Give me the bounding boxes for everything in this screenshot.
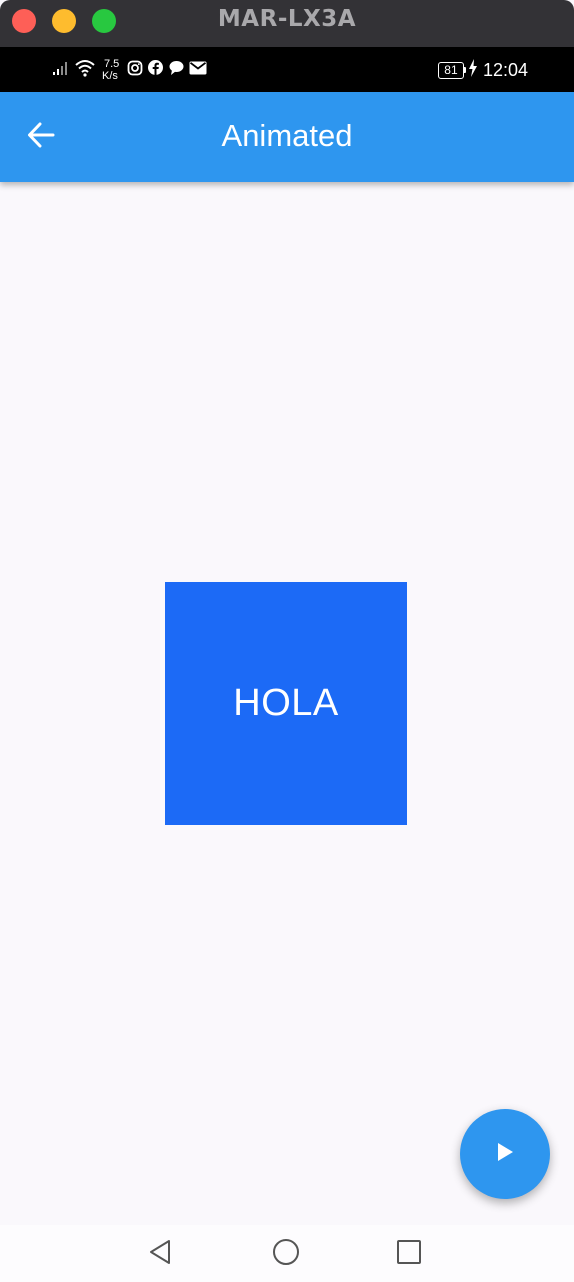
battery-icon: 81 [437,61,466,79]
nav-recents-button[interactable] [388,1233,430,1275]
home-circle-icon [271,1237,301,1272]
page-title: Animated [221,118,353,153]
nav-home-button[interactable] [265,1233,307,1275]
recents-square-icon [395,1238,423,1271]
play-icon [494,1140,516,1169]
signal-icon [52,60,70,81]
net-speed-value: 7.5 [104,58,120,70]
animated-box-text: HOLA [233,682,339,724]
chat-icon [168,60,185,81]
net-speed-unit: K/s [102,70,118,82]
net-speed: 7.5 K/s [102,58,119,82]
mail-icon [189,61,207,80]
facebook-icon [147,59,164,81]
wifi-icon [74,59,96,82]
status-left: 7.5 K/s [52,57,211,83]
status-clock: 12:04 [482,59,528,80]
nav-bar [0,1225,574,1282]
play-fab-button[interactable] [460,1109,550,1199]
window-title: MAR-LX3A [217,6,357,32]
app-bar: Animated [0,92,574,182]
charging-icon [468,58,478,82]
nav-back-button[interactable] [140,1233,182,1275]
animated-box: HOLA [165,582,407,825]
main-content: HOLA [0,182,574,1225]
back-triangle-icon [147,1238,175,1271]
battery-level: 81 [437,61,464,79]
instagram-icon [127,60,143,81]
status-right: 81 12:04 [437,57,528,83]
status-bar: 7.5 K/s 81 12:04 [0,47,574,92]
window-titlebar: MAR-LX3A [0,0,574,47]
